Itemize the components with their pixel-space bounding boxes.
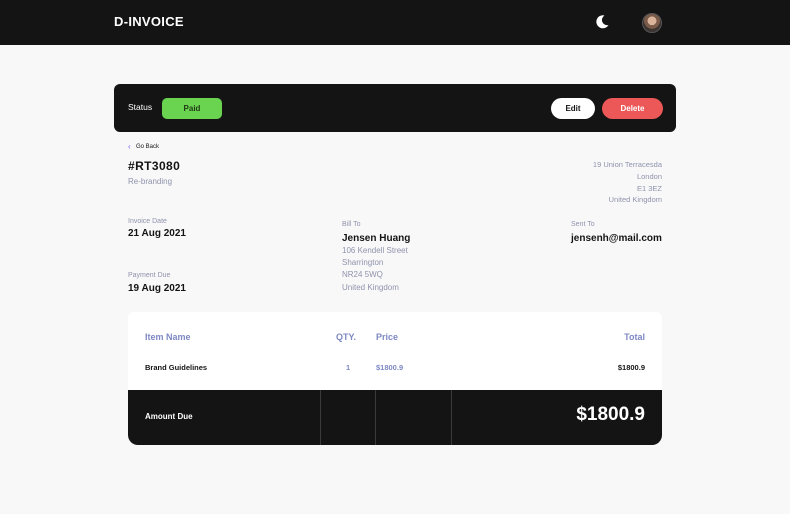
client-address: 106 Kendell Street Sharrington NR24 5WQ … <box>342 245 408 294</box>
sender-address: 19 Union Terracesda London E1 3EZ United… <box>593 159 662 206</box>
payment-due-label: Payment Due <box>128 272 171 279</box>
bill-to-label: Bill To <box>342 221 361 228</box>
item-qty: 1 <box>346 363 351 372</box>
status-bar: Status Paid Edit Delete <box>114 84 676 132</box>
item-name: Brand Guidelines <box>145 363 208 372</box>
amount-due-label: Amount Due <box>145 412 193 421</box>
item-total: $1800.9 <box>617 363 645 372</box>
sender-postcode: E1 3EZ <box>636 183 662 193</box>
client-city: Sharrington <box>342 258 384 268</box>
client-country: United Kingdom <box>342 282 399 292</box>
amount-due-bar: Amount Due $1800.9 <box>128 390 662 445</box>
sent-to-label: Sent To <box>571 221 595 228</box>
sender-street: 19 Union Terracesda <box>592 160 662 169</box>
header-qty: QTY. <box>336 332 357 342</box>
invoice-date-label: Invoice Date <box>128 218 167 225</box>
sender-city: London <box>636 171 662 181</box>
status-label: Status <box>128 102 153 112</box>
header-total: Total <box>624 332 645 342</box>
client-postcode: NR24 5WQ <box>342 270 383 280</box>
client-email[interactable]: jensenh@mail.com <box>571 233 662 244</box>
header-price: Price <box>376 332 399 342</box>
items-table: Item Name QTY. Price Total Brand Guideli… <box>128 312 662 390</box>
amount-due-value: $1800.9 <box>576 404 645 425</box>
client-street: 106 Kendell Street <box>342 246 408 255</box>
avatar[interactable] <box>642 13 662 33</box>
invoice-description: Re-branding <box>128 177 173 186</box>
moon-icon[interactable] <box>594 14 610 30</box>
item-price: $1800.9 <box>376 363 404 372</box>
go-back-label: Go Back <box>136 143 160 150</box>
client-name: Jensen Huang <box>342 233 411 244</box>
delete-button[interactable]: Delete <box>602 98 663 119</box>
payment-due: 19 Aug 2021 <box>128 283 186 294</box>
invoice-id: #RT3080 <box>128 159 181 173</box>
invoice-date: 21 Aug 2021 <box>128 228 186 239</box>
header-item-name: Item Name <box>145 332 191 342</box>
brand-logo[interactable]: D-INVOICE <box>114 14 184 29</box>
go-back-link[interactable]: ‹ Go Back <box>128 142 159 151</box>
sender-country: United Kingdom <box>608 195 662 205</box>
chevron-left-icon: ‹ <box>128 142 131 151</box>
edit-button[interactable]: Edit <box>551 98 595 119</box>
divider <box>320 390 321 445</box>
divider <box>451 390 452 445</box>
top-bar: D-INVOICE <box>0 0 790 45</box>
status-badge: Paid <box>162 98 222 119</box>
divider <box>375 390 376 445</box>
